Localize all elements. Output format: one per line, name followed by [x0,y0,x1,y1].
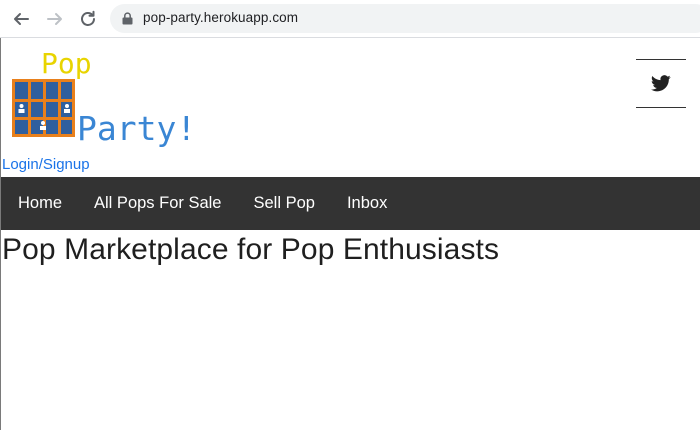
forward-arrow-icon [47,13,62,25]
back-arrow-icon [14,13,29,25]
address-bar[interactable]: pop-party.herokuapp.com [110,4,700,33]
forward-button[interactable] [44,8,66,30]
url-text: pop-party.herokuapp.com [143,10,299,25]
browser-toolbar: pop-party.herokuapp.com [0,0,700,38]
twitter-icon [651,75,671,92]
nav-item-inbox[interactable]: Inbox [331,177,403,230]
reload-icon [81,10,95,26]
pop-party-logo[interactable]: Pop Party! [11,46,201,148]
twitter-button[interactable] [636,59,686,108]
logo-party-text: Party! [77,109,196,148]
main-navbar: Home All Pops For Sale Sell Pop Inbox [1,177,700,230]
nav-item-all-pops-for-sale[interactable]: All Pops For Sale [78,177,237,230]
reload-button[interactable] [77,8,99,30]
nav-item-home[interactable]: Home [1,177,78,230]
logo-pop-text: Pop [41,47,92,80]
nav-item-sell-pop[interactable]: Sell Pop [238,177,331,230]
back-button[interactable] [10,8,32,30]
lock-icon [122,12,133,25]
page-title: Pop Marketplace for Pop Enthusiasts [2,233,500,266]
page-viewport: Pop Party! Login/Signup Home All Pops Fo… [0,38,700,430]
login-signup-link[interactable]: Login/Signup [2,156,90,173]
